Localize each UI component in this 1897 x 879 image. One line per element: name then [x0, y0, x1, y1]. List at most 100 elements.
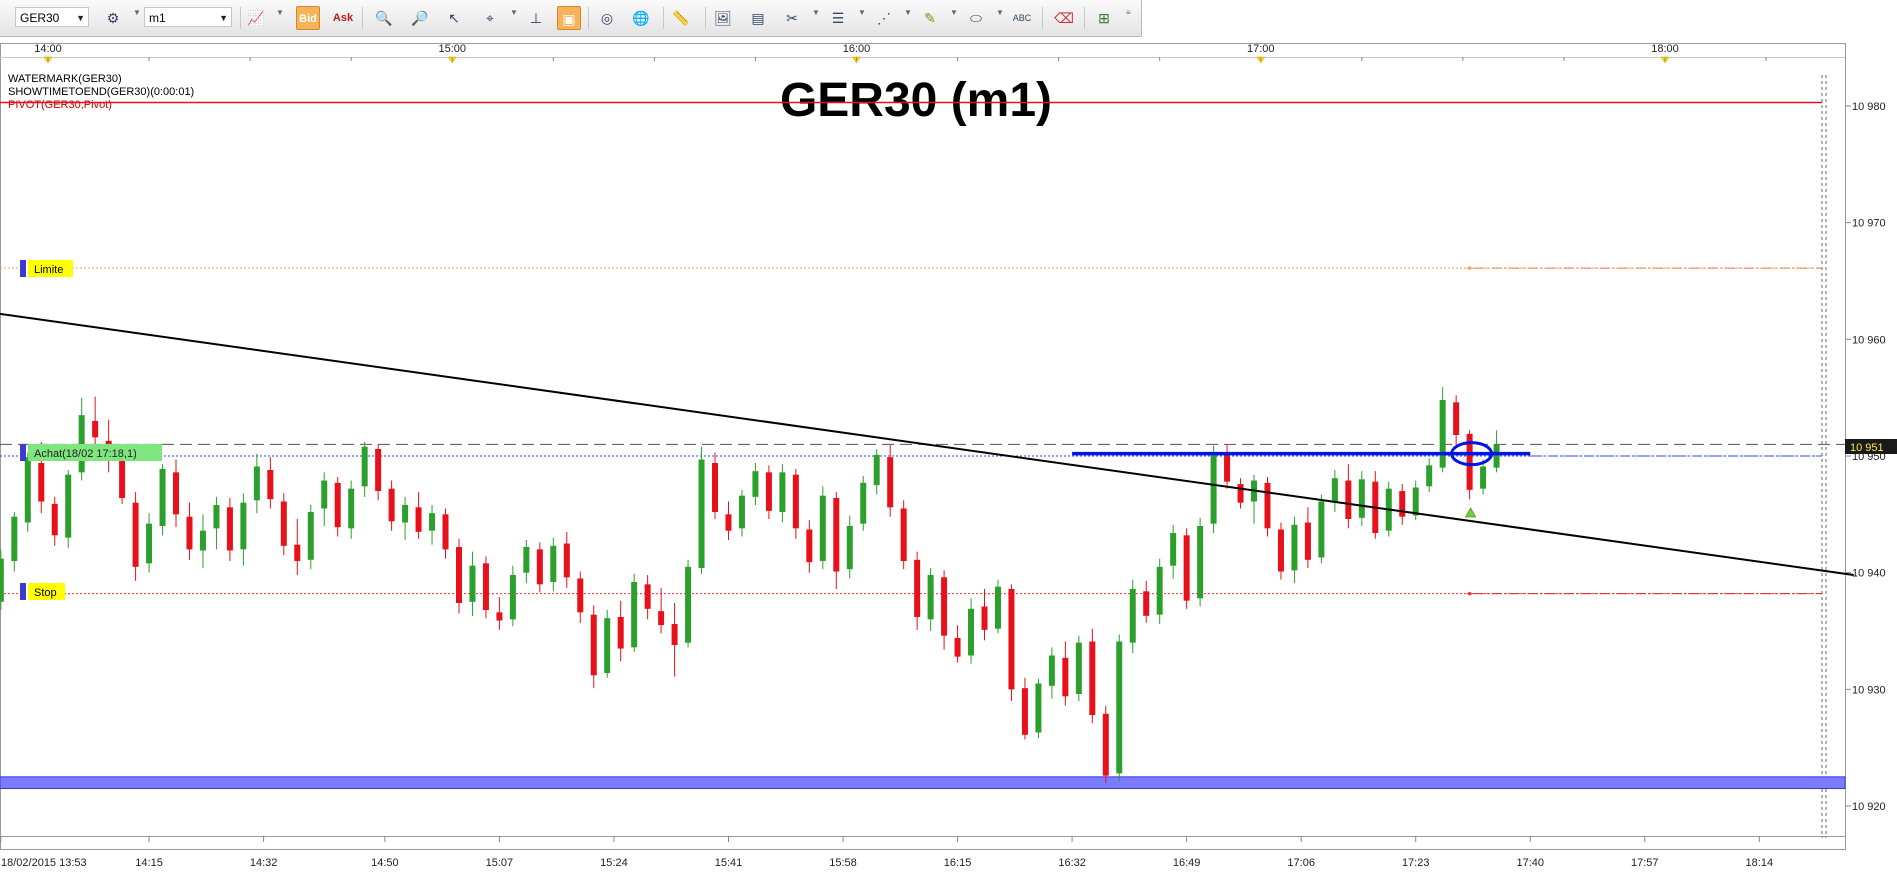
candle-body [631, 582, 638, 648]
candle-body [119, 458, 126, 498]
candle-body [712, 463, 719, 512]
time-axis-label: 18/02/2015 13:53 [1, 857, 87, 869]
price-axis-label: 10 970 [1852, 218, 1886, 230]
candle-body [415, 507, 422, 532]
candle-body [1156, 566, 1163, 615]
candle-body [496, 612, 503, 621]
candle-body [65, 474, 72, 538]
price-axis-label: 10 940 [1852, 568, 1886, 580]
limit-marker[interactable]: Limite [20, 260, 73, 277]
candle-body [617, 617, 624, 649]
candle-body [1035, 683, 1042, 733]
time-axis-label: 16:32 [1058, 857, 1086, 869]
stop-marker[interactable]: Stop [20, 583, 65, 600]
price-axis-label: 10 930 [1852, 684, 1886, 696]
time-axis-label: 15:07 [486, 857, 514, 869]
current-price-label: 10 951 [1850, 442, 1884, 454]
candles [0, 387, 1500, 783]
candle-body [1264, 482, 1271, 529]
candle-body [1143, 591, 1150, 616]
candle-body [1170, 533, 1177, 566]
indicator-showtimetoend: SHOWTIMETOEND(GER30)(0:00:01) [8, 86, 194, 98]
candle-body [779, 472, 786, 512]
candle-body [280, 501, 287, 546]
candle-body [321, 480, 328, 509]
candle-body [1210, 452, 1217, 524]
candle-body [267, 470, 274, 500]
candle-body [375, 449, 382, 491]
buy-marker[interactable]: Achat(18/02 17:18,1) [20, 444, 162, 461]
candle-body [1075, 642, 1082, 694]
top-axis-label: 16:00 [843, 43, 871, 55]
price-chart[interactable]: 14:00 15:00 16:00 17:00 18:00 10 980 10 970 10… [0, 0, 1897, 879]
watermark-title: GER30 (m1) [780, 74, 1052, 127]
candle-body [186, 516, 193, 550]
bottom-time-axis: 18/02/2015 13:53 14:15 14:32 14:50 15:07 15:2… [0, 836, 1773, 869]
candle-body [1453, 402, 1460, 435]
candle-body [873, 454, 880, 486]
candle-body [1089, 641, 1096, 715]
candle-body [833, 498, 840, 572]
candle-body [1237, 484, 1244, 503]
candle-body [159, 468, 166, 526]
support-band [0, 776, 1846, 789]
candle-body [1399, 491, 1406, 517]
buy-arrow-icon [1464, 507, 1477, 518]
top-axis-label: 14:00 [34, 43, 62, 55]
candle-body [806, 529, 813, 563]
candle-body [914, 559, 921, 617]
price-axis-label: 10 980 [1852, 101, 1886, 113]
candle-body [1224, 454, 1231, 482]
candle-body [334, 482, 341, 528]
time-axis-label: 14:15 [135, 857, 163, 869]
candle-body [994, 586, 1001, 629]
top-axis-label: 18:00 [1651, 43, 1679, 55]
candle-body [1493, 444, 1500, 468]
candle-body [658, 611, 665, 626]
time-axis-label: 17:57 [1631, 857, 1659, 869]
chart-frame [0, 43, 1846, 850]
candle-body [1439, 400, 1446, 468]
candle-body [725, 514, 732, 531]
candle-body [402, 505, 409, 523]
candle-body [307, 512, 314, 560]
limit-handle[interactable] [20, 260, 26, 277]
candle-body [1304, 522, 1311, 560]
candle-body [146, 523, 153, 564]
candle-body [644, 584, 651, 609]
time-axis-label: 16:15 [944, 857, 972, 869]
buy-handle[interactable] [20, 444, 26, 461]
candle-body [455, 547, 462, 603]
limit-order-marker [1466, 266, 1473, 271]
time-axis-label: 14:50 [371, 857, 399, 869]
candle-body [1277, 529, 1284, 572]
candle-body [348, 488, 355, 529]
candle-body [173, 472, 180, 515]
drawings [0, 266, 1854, 596]
candle-body [860, 482, 867, 524]
time-axis-label: 15:24 [600, 857, 628, 869]
candle-body [11, 516, 18, 561]
candle-body [685, 566, 692, 643]
candle-body [24, 457, 31, 523]
candle-body [738, 495, 745, 529]
candle-body [887, 457, 894, 508]
time-axis-label: 14:32 [250, 857, 278, 869]
limit-label: Limite [34, 264, 63, 276]
candle-body [361, 446, 368, 487]
candle-body [132, 502, 139, 567]
candle-body [92, 421, 99, 438]
candle-body [38, 463, 45, 502]
candle-body [442, 514, 449, 550]
candle-body [469, 565, 476, 602]
candle-body [1358, 479, 1365, 518]
candle-body [698, 459, 705, 568]
candle-body [792, 474, 799, 529]
top-time-axis: 14:00 15:00 16:00 17:00 18:00 [34, 43, 1767, 64]
candle-body [482, 563, 489, 610]
candle-body [1318, 501, 1325, 558]
candle-body [563, 543, 570, 578]
candle-body [1048, 655, 1055, 686]
indicator-pivot: PIVOT(GER30,Pivot) [8, 99, 112, 111]
stop-handle[interactable] [20, 583, 26, 600]
